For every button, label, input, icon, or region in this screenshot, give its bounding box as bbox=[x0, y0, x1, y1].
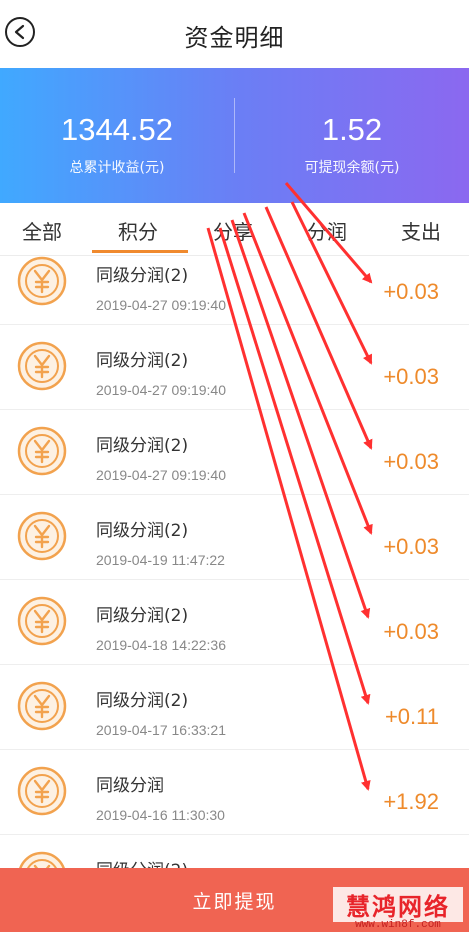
tab-share[interactable]: 分享 bbox=[213, 216, 253, 245]
record-amount: +0.11 bbox=[384, 704, 439, 729]
tab-profit[interactable]: 分润 bbox=[307, 216, 347, 245]
yuan-coin-icon bbox=[19, 851, 65, 868]
withdrawable-stat: 1.52 可提现余额(元) bbox=[235, 68, 469, 203]
yuan-coin-icon bbox=[17, 596, 67, 646]
record-title: 同级分润(2) bbox=[96, 521, 189, 541]
record-amount: +0.03 bbox=[383, 449, 439, 474]
watermark-text: 慧鸿网络 bbox=[333, 887, 463, 922]
list-item[interactable]: 同级分润(2) 2019-04-27 09:19:40 +0.03 bbox=[0, 409, 469, 495]
yuan-coin-icon bbox=[17, 426, 67, 476]
withdraw-button-label: 立即提现 bbox=[192, 890, 277, 913]
top-nav-bar: 资金明细 bbox=[0, 0, 469, 69]
yuan-coin-icon bbox=[17, 766, 67, 816]
list-item[interactable]: 同级分润(2) 2019-04-27 09:19:40 +0.03 bbox=[0, 256, 469, 325]
record-time: 2019-04-18 14:22:36 bbox=[96, 637, 226, 653]
page-title: 资金明细 bbox=[184, 24, 285, 52]
total-income-value: 1344.52 bbox=[60, 112, 174, 147]
record-time: 2019-04-27 09:19:40 bbox=[96, 382, 226, 398]
record-title: 同级分润(2) bbox=[96, 856, 188, 868]
list-item[interactable]: 同级分润(2) 2019-04-27 09:19:40 +0.03 bbox=[0, 324, 469, 410]
list-item[interactable]: 同级分润(2) 2019-04-17 16:33:21 +0.11 bbox=[0, 664, 469, 750]
record-time: 2019-04-27 09:19:40 bbox=[96, 467, 226, 483]
record-time: 2019-04-27 09:19:40 bbox=[96, 297, 226, 313]
yuan-coin-icon bbox=[17, 341, 67, 391]
filter-tabs: 全部 积分 分享 分润 支出 bbox=[0, 203, 469, 256]
watermark-logo: 慧鸿网络 www.win8f.com bbox=[333, 887, 463, 931]
record-title: 同级分润 bbox=[96, 776, 164, 796]
list-item[interactable]: 同级分润 2019-04-16 11:30:30 +1.92 bbox=[0, 749, 469, 835]
yuan-coin-icon bbox=[17, 256, 67, 306]
withdrawable-value: 1.52 bbox=[321, 112, 383, 147]
record-title: 同级分润(2) bbox=[96, 351, 189, 371]
tab-all[interactable]: 全部 bbox=[22, 216, 62, 245]
record-time: 2019-04-17 16:33:21 bbox=[96, 722, 226, 738]
list-item[interactable]: 同级分润(2) 2019-04-19 11:47:22 +0.03 bbox=[0, 494, 469, 580]
record-title: 同级分润(2) bbox=[96, 691, 189, 711]
summary-banner: 1344.52 总累计收益(元) 1.52 可提现余额(元) bbox=[0, 68, 469, 203]
record-title: 同级分润(2) bbox=[96, 436, 189, 456]
record-amount: +0.03 bbox=[383, 279, 439, 304]
active-tab-indicator bbox=[92, 250, 188, 253]
record-amount: +0.03 bbox=[383, 534, 439, 559]
record-amount: +0.03 bbox=[383, 619, 439, 644]
total-income-stat: 1344.52 总累计收益(元) bbox=[0, 68, 234, 203]
record-title: 同级分润(2) bbox=[96, 266, 189, 286]
withdrawable-label: 可提现余额(元) bbox=[304, 160, 400, 176]
record-time: 2019-04-16 11:30:30 bbox=[96, 807, 225, 823]
tab-expense[interactable]: 支出 bbox=[401, 216, 441, 245]
list-item[interactable]: 同级分润(2) 2019-04-18 14:22:36 +0.03 bbox=[0, 579, 469, 665]
yuan-coin-icon bbox=[17, 681, 67, 731]
record-amount: +0.03 bbox=[383, 364, 439, 389]
record-title: 同级分润(2) bbox=[96, 606, 189, 626]
record-list[interactable]: 同级分润(2) 2019-04-27 09:19:40 +0.03 同级分润(2… bbox=[0, 256, 469, 868]
record-time: 2019-04-19 11:47:22 bbox=[96, 552, 225, 568]
total-income-label: 总累计收益(元) bbox=[69, 160, 165, 176]
record-amount: +1.92 bbox=[383, 789, 439, 814]
list-item[interactable]: 同级分润(2) bbox=[0, 834, 469, 868]
tab-points[interactable]: 积分 bbox=[118, 216, 158, 245]
watermark-url: www.win8f.com bbox=[355, 919, 441, 931]
yuan-coin-icon bbox=[17, 511, 67, 561]
